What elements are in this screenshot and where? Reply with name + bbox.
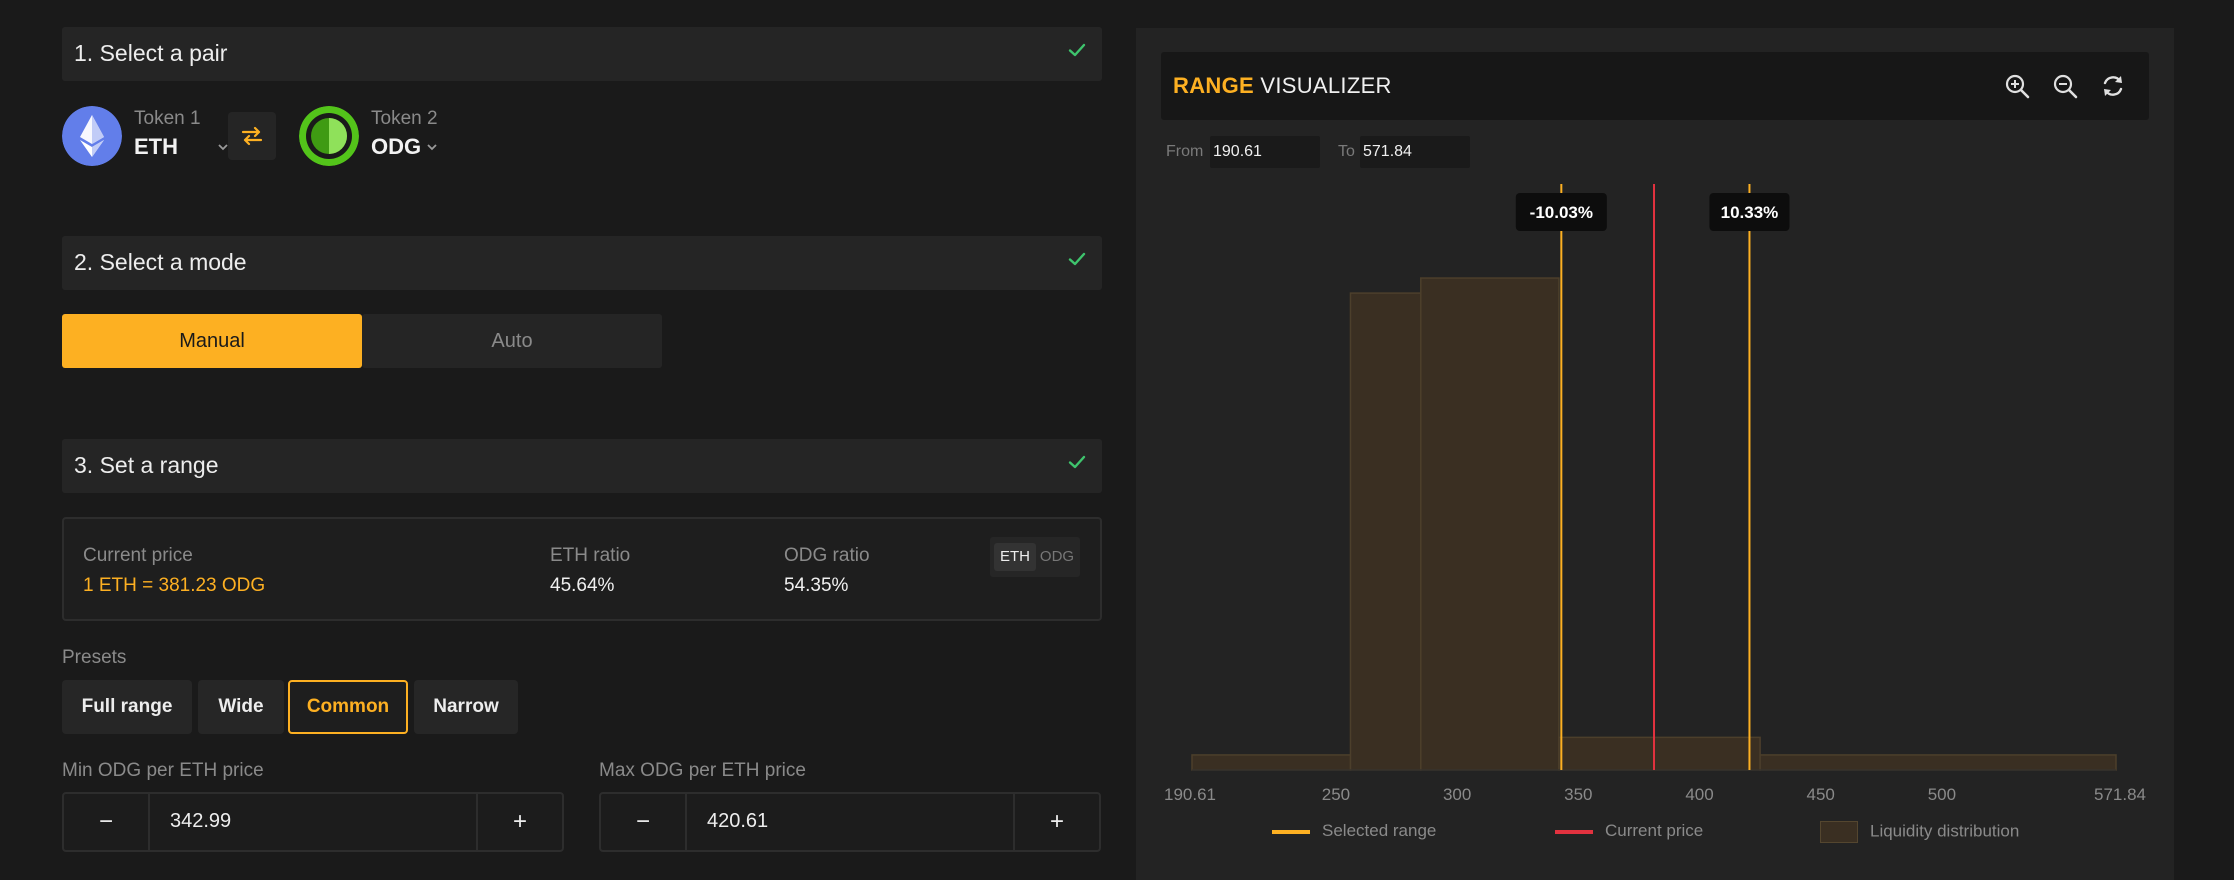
x-tick-label: 250 <box>1322 785 1350 804</box>
from-label: From <box>1166 143 1204 160</box>
min-price-label: Min ODG per ETH price <box>62 760 264 781</box>
increase-max-button[interactable]: + <box>1013 794 1099 850</box>
odg-icon <box>299 106 359 166</box>
left-panel: 1. Select a pair Token 1 ETH Token 2 ODG <box>30 0 1110 880</box>
step-title: 2. Select a mode <box>74 249 247 275</box>
liquidity-bar <box>1349 292 1422 771</box>
x-tick-label: 300 <box>1443 785 1471 804</box>
eth-ratio-value: 45.64% <box>550 575 615 596</box>
token1-label: Token 1 <box>134 108 201 129</box>
legend-selected-range: Selected range <box>1272 821 1436 841</box>
visualizer-header: RANGE VISUALIZER <box>1161 52 2149 120</box>
increase-min-button[interactable]: + <box>476 794 562 850</box>
x-tick-label: 400 <box>1685 785 1713 804</box>
zoom-in-icon[interactable] <box>2003 72 2031 100</box>
preset-wide-button[interactable]: Wide <box>198 680 284 734</box>
liquidity-bar <box>1558 736 1761 771</box>
legend-current-price: Current price <box>1555 821 1703 841</box>
range-chart[interactable]: -10.03% 10.33% 190.61 250 300 350 400 450 500 571… <box>1136 178 2174 818</box>
step-title: 1. Select a pair <box>74 40 228 66</box>
check-icon <box>1068 43 1086 57</box>
decrease-max-button[interactable]: − <box>601 794 687 850</box>
odg-ratio-value: 54.35% <box>784 575 849 596</box>
visualizer-title-accent: RANGE <box>1173 73 1254 98</box>
legend-liquidity-label: Liquidity distribution <box>1870 821 2020 841</box>
current-price-label: Current price <box>83 545 193 566</box>
x-tick-label: 500 <box>1928 785 1956 804</box>
swap-icon <box>241 126 263 146</box>
price-info-card: Current price 1 ETH = 381.23 ODG ETH rat… <box>62 517 1102 621</box>
x-tick-label: 190.61 <box>1164 785 1216 804</box>
unit-toggle: ETH ODG <box>990 537 1080 577</box>
token2-label: Token 2 <box>371 108 438 129</box>
swap-tokens-button[interactable] <box>228 112 276 160</box>
liquidity-bar <box>1420 277 1560 771</box>
legend-selected-swatch <box>1272 829 1310 834</box>
to-label: To <box>1338 143 1355 160</box>
current-price-value: 1 ETH = 381.23 ODG <box>83 575 266 596</box>
check-icon <box>1068 455 1086 469</box>
liquidity-bar <box>1191 754 1352 771</box>
preset-common-button[interactable]: Common <box>288 680 408 734</box>
decrease-min-button[interactable]: − <box>64 794 150 850</box>
step-title: 3. Set a range <box>74 452 219 478</box>
legend-current-label: Current price <box>1605 821 1704 840</box>
mode-auto-button[interactable]: Auto <box>362 314 662 368</box>
mode-manual-button[interactable]: Manual <box>62 314 362 368</box>
from-field: From 190.61 <box>1166 136 1326 168</box>
max-price-stepper: − 420.61 + <box>599 792 1101 852</box>
eth-icon <box>62 106 122 166</box>
token2-selector[interactable]: Token 2 ODG <box>299 106 479 166</box>
token1-selector[interactable]: Token 1 ETH <box>62 106 242 166</box>
legend-current-swatch <box>1555 829 1593 834</box>
legend-liquidity-swatch <box>1820 821 1858 843</box>
odg-ratio-label: ODG ratio <box>784 545 870 566</box>
step-set-range[interactable]: 3. Set a range <box>62 439 1102 493</box>
min-price-stepper: − 342.99 + <box>62 792 564 852</box>
from-input[interactable]: 190.61 <box>1210 136 1320 168</box>
to-field: To 571.84 <box>1338 136 1478 168</box>
range-visualizer-panel: RANGE VISUALIZER From 190.61 To 571.84 -… <box>1136 28 2174 880</box>
liquidity-bar <box>1759 754 2117 771</box>
range-min-percent-label: -10.03% <box>1530 203 1593 222</box>
preset-narrow-button[interactable]: Narrow <box>414 680 518 734</box>
preset-full-range-button[interactable]: Full range <box>62 680 192 734</box>
presets-label: Presets <box>62 647 127 668</box>
chevron-down-icon <box>427 144 437 151</box>
visualizer-title: RANGE VISUALIZER <box>1173 73 1392 99</box>
zoom-out-icon[interactable] <box>2051 72 2079 100</box>
legend-selected-label: Selected range <box>1322 821 1437 840</box>
step-select-pair[interactable]: 1. Select a pair <box>62 27 1102 81</box>
x-tick-label: 571.84 <box>2094 785 2146 804</box>
max-price-input[interactable]: 420.61 <box>707 810 768 833</box>
x-tick-label: 350 <box>1564 785 1592 804</box>
legend-liquidity: Liquidity distribution <box>1820 821 2019 843</box>
to-input[interactable]: 571.84 <box>1360 136 1470 168</box>
range-max-percent-label: 10.33% <box>1721 203 1779 222</box>
unit-odg-option[interactable]: ODG <box>1036 543 1078 571</box>
refresh-icon[interactable] <box>2099 72 2127 100</box>
token1-symbol: ETH <box>134 134 178 159</box>
unit-eth-option[interactable]: ETH <box>994 543 1036 571</box>
visualizer-title-rest: VISUALIZER <box>1260 73 1392 98</box>
max-price-label: Max ODG per ETH price <box>599 760 806 781</box>
x-tick-label: 450 <box>1807 785 1835 804</box>
eth-ratio-label: ETH ratio <box>550 545 631 566</box>
check-icon <box>1068 252 1086 266</box>
step-select-mode[interactable]: 2. Select a mode <box>62 236 1102 290</box>
token2-symbol: ODG <box>371 134 422 159</box>
min-price-input[interactable]: 342.99 <box>170 810 231 833</box>
